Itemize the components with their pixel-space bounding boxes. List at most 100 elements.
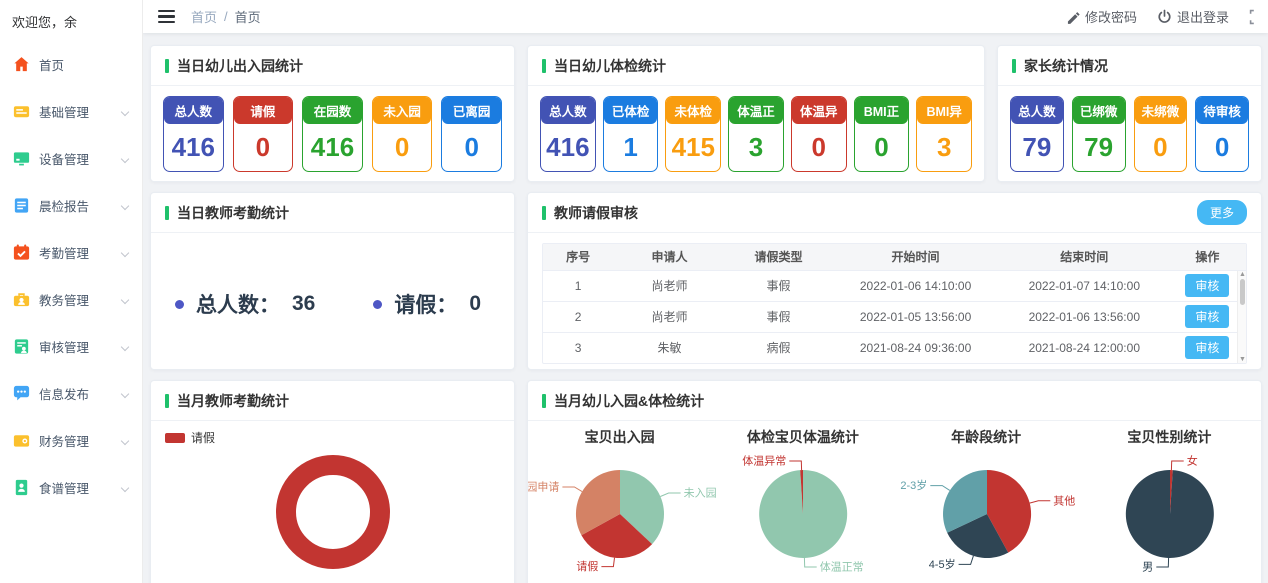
table-action-cell: 审核 — [1169, 332, 1246, 363]
title-accent-bar — [165, 206, 169, 220]
welcome-text: 欢迎您，余 — [0, 0, 142, 41]
pie-label: 体温正常 — [820, 560, 864, 574]
stat-box: 在园数416 — [302, 96, 363, 172]
pie-children-entry-exit: 宝贝出入园未入园请假离园申请 — [528, 427, 711, 583]
stat-box: 待审核0 — [1195, 96, 1249, 172]
stat-box: 体温异0 — [791, 96, 847, 172]
chevron-down-icon — [121, 201, 129, 209]
donut-chart-area: 请假 — [151, 421, 514, 583]
legend-label: 请假 — [191, 429, 215, 446]
pie-label: 2-3岁 — [900, 478, 927, 492]
scroll-down-arrow[interactable]: ▼ — [1239, 356, 1246, 363]
change-password-button[interactable]: 修改密码 — [1066, 7, 1137, 26]
table-cell: 2021-08-24 12:00:00 — [1000, 332, 1169, 363]
sidebar-item-finance-management[interactable]: 财务管理 — [0, 417, 142, 464]
sidebar-item-home[interactable]: 首页 — [0, 41, 142, 88]
stat-box: 总人数416 — [540, 96, 596, 172]
stat-box: 未体检415 — [665, 96, 721, 172]
sidebar: 欢迎您，余 首页基础管理设备管理晨检报告考勤管理教务管理审核管理信息发布财务管理… — [0, 0, 143, 583]
table-header-cell: 申请人 — [613, 244, 725, 270]
pie-chart: 未入园请假离园申请 — [528, 447, 711, 583]
card-children-health-check: 当日幼儿体检统计 总人数416已体检1未体检415体温正3体温异0BMI正0BM… — [527, 45, 985, 182]
stat-label: 在园数 — [303, 97, 362, 124]
chart-legend[interactable]: 请假 — [165, 429, 215, 446]
title-accent-bar — [165, 59, 169, 73]
table-header-cell: 操作 — [1169, 244, 1246, 270]
stat-box: 体温正3 — [728, 96, 784, 172]
table-header-cell: 开始时间 — [831, 244, 1000, 270]
pie-label-line — [958, 556, 973, 565]
academic-management-icon — [12, 290, 31, 309]
pie-slice — [759, 470, 847, 558]
sidebar-item-attendance-management[interactable]: 考勤管理 — [0, 229, 142, 276]
audit-button[interactable]: 审核 — [1185, 274, 1229, 297]
breadcrumb: 首页 / 首页 — [191, 7, 261, 26]
sidebar-item-info-publish[interactable]: 信息发布 — [0, 370, 142, 417]
stat-label: 未绑微 — [1135, 97, 1187, 124]
title-accent-bar — [542, 394, 546, 408]
scroll-up-arrow[interactable]: ▲ — [1239, 271, 1246, 278]
bullet-dot — [373, 300, 382, 309]
chevron-down-icon — [121, 107, 129, 115]
chevron-down-icon — [121, 483, 129, 491]
stat-value: 416 — [303, 124, 362, 163]
sidebar-item-morning-report[interactable]: 晨检报告 — [0, 182, 142, 229]
stat-label: 已绑微 — [1073, 97, 1125, 124]
pie-chart-title: 宝贝性别统计 — [1078, 427, 1261, 447]
fullscreen-button[interactable] — [1249, 9, 1258, 25]
stat-value: 3 — [917, 124, 971, 163]
sidebar-item-label: 信息发布 — [39, 384, 89, 403]
table-cell: 事假 — [726, 270, 831, 301]
stat-row: 总人数416已体检1未体检415体温正3体温异0BMI正0BMI异3 — [528, 86, 984, 182]
card-parent-stats: 家长统计情况 总人数79已绑微79未绑微0待审核0 — [997, 45, 1262, 182]
topbar: 首页 / 首页 修改密码 退出登录 — [143, 0, 1268, 33]
sidebar-item-recipe-management[interactable]: 食谱管理 — [0, 464, 142, 511]
card-title: 当月幼儿入园&体检统计 — [542, 391, 704, 411]
stat-value: 1 — [604, 124, 658, 163]
pie-label-line — [601, 558, 614, 567]
audit-button[interactable]: 审核 — [1185, 336, 1229, 359]
topbar-actions: 修改密码 退出登录 — [1066, 7, 1258, 26]
table-header-cell: 请假类型 — [726, 244, 831, 270]
pie-label: 请假 — [576, 559, 598, 573]
title-accent-bar — [165, 394, 169, 408]
card-children-month-stats: 当月幼儿入园&体检统计 宝贝出入园未入园请假离园申请 体检宝贝体温统计体温正常体… — [527, 380, 1262, 583]
stat-box: 请假0 — [233, 96, 294, 172]
stat-label: 总人数 — [1011, 97, 1063, 124]
card-title: 当日幼儿体检统计 — [542, 56, 666, 76]
table-action-cell: 审核 — [1169, 301, 1246, 332]
sidebar-item-academic-management[interactable]: 教务管理 — [0, 276, 142, 323]
table-cell: 尚老师 — [613, 270, 725, 301]
sidebar-item-review-management[interactable]: 审核管理 — [0, 323, 142, 370]
stat-value: 0 — [1135, 124, 1187, 163]
sidebar-item-label: 教务管理 — [39, 290, 89, 309]
sidebar-item-label: 审核管理 — [39, 337, 89, 356]
table-scrollbar[interactable]: ▲ ▼ — [1237, 271, 1246, 363]
breadcrumb-home[interactable]: 首页 — [191, 7, 217, 26]
hamburger-menu-icon[interactable] — [158, 10, 175, 23]
card-title: 当日幼儿出入园统计 — [165, 56, 303, 76]
chevron-down-icon — [121, 389, 129, 397]
chevron-down-icon — [121, 154, 129, 162]
pie-label-line — [660, 493, 680, 497]
sidebar-item-label: 食谱管理 — [39, 478, 89, 497]
attendance-management-icon — [12, 243, 31, 262]
stat-label: BMI正 — [855, 97, 909, 124]
sidebar-item-base-management[interactable]: 基础管理 — [0, 88, 142, 135]
audit-button[interactable]: 审核 — [1185, 305, 1229, 328]
stat-label: 未入园 — [373, 97, 432, 124]
stat-box: 总人数416 — [163, 96, 224, 172]
scrollbar-thumb[interactable] — [1240, 279, 1245, 305]
table-cell: 朱敏 — [613, 332, 725, 363]
recipe-management-icon — [12, 478, 31, 497]
pie-label-line — [790, 461, 802, 470]
stat-label: 已离园 — [442, 97, 501, 124]
dashboard-page: 欢迎您，余 首页基础管理设备管理晨检报告考勤管理教务管理审核管理信息发布财务管理… — [0, 0, 1268, 583]
pie-label-line — [805, 558, 817, 567]
stat-label: 未体检 — [666, 97, 720, 124]
logout-button[interactable]: 退出登录 — [1157, 7, 1229, 26]
more-button[interactable]: 更多 — [1197, 200, 1247, 225]
sidebar-item-label: 设备管理 — [39, 149, 89, 168]
sidebar-item-device-management[interactable]: 设备管理 — [0, 135, 142, 182]
stat-label: 请假 — [234, 97, 293, 124]
